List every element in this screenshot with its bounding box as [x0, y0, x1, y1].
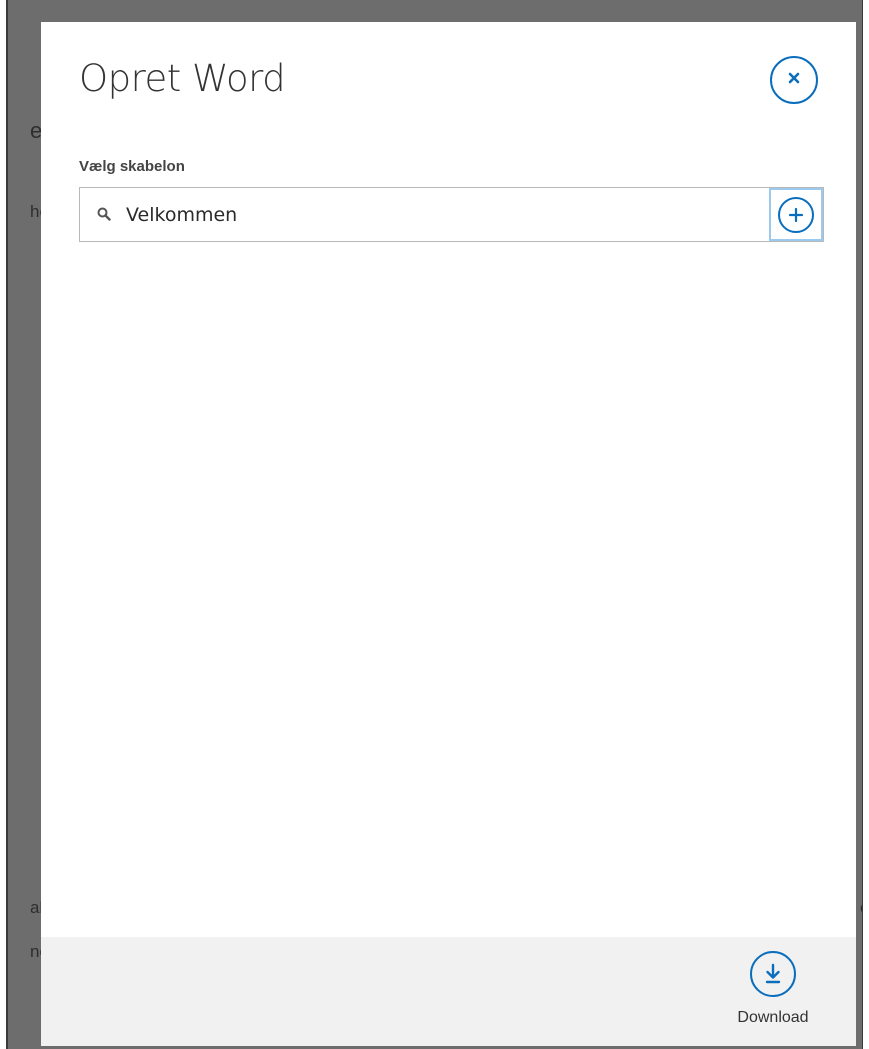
window-left-border	[0, 0, 8, 1049]
template-label: Vælg skabelon	[79, 158, 185, 175]
search-icon	[97, 207, 111, 221]
search-input[interactable]: Velkommen	[126, 204, 237, 226]
template-search-field[interactable]: Velkommen	[79, 187, 824, 242]
download-button[interactable]: Download	[725, 947, 825, 1037]
download-label: Download	[737, 1009, 809, 1026]
create-word-dialog: Opret Word Vælg skabelon Velkommen Downl…	[41, 22, 856, 1046]
plus-circle-icon	[778, 196, 814, 233]
download-icon	[750, 951, 796, 997]
window-right-border	[862, 0, 869, 1049]
add-template-button[interactable]	[769, 188, 823, 241]
close-button[interactable]	[770, 56, 818, 104]
dialog-title: Opret Word	[79, 57, 286, 100]
dialog-footer: Download	[41, 937, 856, 1046]
close-icon	[786, 70, 802, 91]
